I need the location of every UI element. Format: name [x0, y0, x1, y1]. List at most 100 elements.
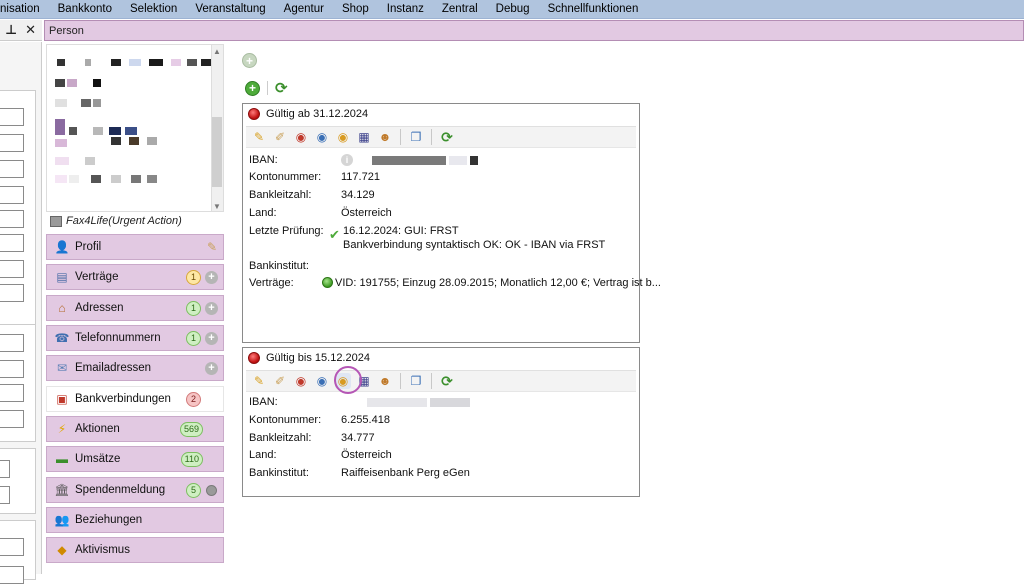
- refresh-icon[interactable]: ⟳: [439, 373, 455, 389]
- person-tab-label: Person: [49, 24, 84, 37]
- left-panel-toolbar: ⊥ ✕: [0, 20, 42, 41]
- refresh-icon[interactable]: ⟳: [275, 79, 288, 97]
- add-disabled-button[interactable]: +: [242, 53, 257, 68]
- menu-item-selektion[interactable]: Selektion: [121, 3, 186, 15]
- nav-item-profil[interactable]: 👤 Profil ✎: [46, 234, 224, 260]
- left-field[interactable]: [0, 134, 24, 152]
- left-field[interactable]: [0, 186, 24, 204]
- copy-icon[interactable]: ❐: [408, 129, 424, 145]
- nav-item-telefonnummern[interactable]: ☎ Telefonnummern 1 +: [46, 325, 224, 351]
- field-bankleitzahl: Bankleitzahl: 34.129: [249, 189, 375, 201]
- person-info-scrollbar[interactable]: ▲ ▼: [211, 45, 223, 211]
- left-field[interactable]: [0, 284, 24, 302]
- edit-pencil-icon[interactable]: ✎: [251, 129, 267, 145]
- check-icon: ✔: [329, 227, 340, 242]
- edit-pencil-icon[interactable]: ✎: [251, 373, 267, 389]
- person-icon: 👤: [54, 240, 70, 254]
- nav-item-aktionen[interactable]: ⚡ Aktionen 569: [46, 416, 224, 442]
- field-label: Kontonummer:: [249, 171, 322, 183]
- left-field[interactable]: [0, 384, 24, 402]
- menu-item-organisation[interactable]: nisation: [0, 3, 49, 15]
- urgent-action-label[interactable]: Fax4Life(Urgent Action): [50, 215, 182, 227]
- left-field[interactable]: [0, 566, 24, 584]
- menu-item-bankkonto[interactable]: Bankkonto: [49, 3, 121, 15]
- menu-item-veranstaltung[interactable]: Veranstaltung: [186, 3, 274, 15]
- count-badge: 110: [180, 452, 203, 467]
- status-red-icon: [248, 352, 260, 364]
- field-label: Bankinstitut:: [249, 467, 309, 479]
- toolbar-separator: [431, 373, 432, 389]
- refresh-icon[interactable]: ⟳: [439, 129, 455, 145]
- left-field[interactable]: [0, 334, 24, 352]
- copy-icon[interactable]: ❐: [408, 373, 424, 389]
- nav-item-bankverbindungen[interactable]: ▣ Bankverbindungen 2: [46, 386, 224, 412]
- edit-pencil-icon[interactable]: ✎: [207, 240, 217, 254]
- nav-item-umsaetze[interactable]: ▬ Umsätze 110: [46, 446, 224, 472]
- add-bank-connection-icon[interactable]: +: [245, 80, 260, 96]
- left-field[interactable]: [0, 360, 24, 378]
- nav-item-adressen[interactable]: ⌂ Adressen 1 +: [46, 295, 224, 321]
- left-form-panel: [0, 448, 36, 514]
- count-badge: 2: [186, 392, 201, 407]
- menu-item-schnellfunktionen[interactable]: Schnellfunktionen: [539, 3, 648, 15]
- person-tab[interactable]: Person: [44, 20, 1024, 41]
- left-field[interactable]: [0, 160, 24, 178]
- menu-item-zentral[interactable]: Zentral: [433, 3, 487, 15]
- field-value: 34.777: [341, 432, 375, 444]
- menu-item-agentur[interactable]: Agentur: [275, 3, 333, 15]
- field-vertraege: Verträge: VID: 191755; Einzug 28.09.2015…: [249, 277, 661, 289]
- menu-item-debug[interactable]: Debug: [487, 3, 539, 15]
- scroll-down-icon[interactable]: ▼: [212, 202, 222, 211]
- contract-link[interactable]: VID: 191755; Einzug 28.09.2015; Monatlic…: [335, 277, 661, 289]
- warning-sign-icon: ◆: [57, 543, 67, 557]
- add-icon[interactable]: +: [205, 362, 218, 375]
- info-icon[interactable]: i: [341, 154, 353, 167]
- left-field[interactable]: [0, 210, 24, 228]
- nav-item-emailadressen[interactable]: ✉ Emailadressen +: [46, 355, 224, 381]
- pin-icon[interactable]: ⊥: [5, 22, 17, 38]
- edit-note-icon[interactable]: ✐: [272, 373, 288, 389]
- field-value: Österreich: [341, 207, 392, 219]
- field-value: 16.12.2024: GUI: FRST Bankverbindung syn…: [343, 225, 605, 251]
- nav-item-beziehungen[interactable]: 👥 Beziehungen: [46, 507, 224, 533]
- add-icon[interactable]: +: [205, 332, 218, 345]
- field-bankinstitut: Bankinstitut:: [249, 260, 341, 272]
- add-icon[interactable]: +: [205, 302, 218, 315]
- edit-note-icon[interactable]: ✐: [272, 129, 288, 145]
- person-edit-icon[interactable]: ☻: [377, 373, 393, 389]
- check-yellow-icon[interactable]: ◉: [335, 129, 351, 145]
- mail-icon: ✉: [56, 361, 68, 375]
- check-blue-icon[interactable]: ◉: [314, 373, 330, 389]
- left-field[interactable]: [0, 486, 10, 504]
- main-toolbar: + ⟳: [245, 79, 288, 97]
- delete-card-icon[interactable]: ▦: [356, 129, 372, 145]
- house-icon: ⌂: [58, 301, 66, 315]
- nav-item-spendenmeldung[interactable]: 🏛 Spendenmeldung 5: [46, 477, 224, 503]
- count-badge: 1: [186, 301, 201, 316]
- scroll-up-icon[interactable]: ▲: [212, 47, 222, 56]
- iban-value: [341, 396, 471, 408]
- left-field[interactable]: [0, 234, 24, 252]
- count-badge: 1: [186, 331, 201, 346]
- menu-item-shop[interactable]: Shop: [333, 3, 378, 15]
- left-field[interactable]: [0, 410, 24, 428]
- money-icon: ▬: [56, 452, 68, 466]
- left-field[interactable]: [0, 460, 10, 478]
- person-edit-icon[interactable]: ☻: [377, 129, 393, 145]
- nav-label: Profil: [75, 241, 102, 253]
- nav-item-vertraege[interactable]: ▤ Verträge 1 +: [46, 264, 224, 290]
- nav-label: Aktivismus: [75, 544, 130, 556]
- menu-item-instanz[interactable]: Instanz: [378, 3, 433, 15]
- check-red-icon[interactable]: ◉: [293, 373, 309, 389]
- nav-item-aktivismus[interactable]: ◆ Aktivismus: [46, 537, 224, 563]
- add-icon[interactable]: +: [205, 271, 218, 284]
- check-blue-icon[interactable]: ◉: [314, 129, 330, 145]
- field-label: Bankinstitut:: [249, 260, 309, 272]
- left-field[interactable]: [0, 260, 24, 278]
- nav-label: Bankverbindungen: [75, 393, 171, 405]
- check-red-icon[interactable]: ◉: [293, 129, 309, 145]
- left-field[interactable]: [0, 108, 24, 126]
- left-field[interactable]: [0, 538, 24, 556]
- close-icon[interactable]: ✕: [25, 22, 36, 38]
- scroll-thumb[interactable]: [212, 117, 222, 187]
